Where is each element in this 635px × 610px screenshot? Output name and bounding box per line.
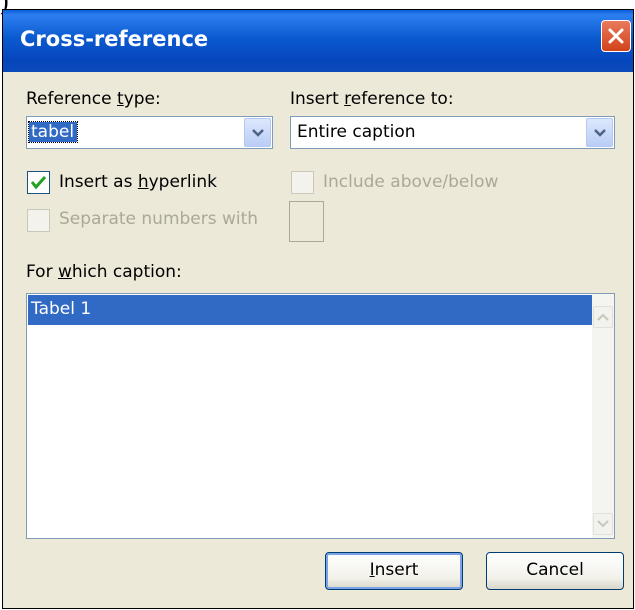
reference-type-label: Reference type: [26, 89, 161, 109]
separate-numbers-label[interactable]: Separate numbers with [59, 209, 258, 229]
list-item[interactable]: Tabel 1 [28, 295, 592, 325]
scroll-up-button[interactable] [593, 306, 613, 328]
separate-numbers-checkbox[interactable] [27, 209, 50, 232]
scroll-down-button[interactable] [593, 513, 613, 535]
insert-reference-to-select[interactable]: Entire caption [290, 116, 615, 149]
chevron-up-icon [597, 313, 609, 321]
caption-listbox[interactable]: Tabel 1 [26, 293, 615, 539]
insert-as-hyperlink-checkbox[interactable] [27, 171, 50, 194]
insert-reference-to-dropdown-button[interactable] [586, 118, 613, 147]
vertical-scrollbar[interactable] [592, 294, 614, 538]
for-which-caption-label: For which caption: [26, 262, 182, 282]
dialog-title: Cross-reference [20, 27, 209, 51]
reference-type-select[interactable]: tabel [26, 116, 273, 149]
insert-button[interactable]: Insert [325, 552, 463, 590]
separate-numbers-input[interactable] [289, 201, 324, 242]
insert-reference-to-value: Entire caption [297, 122, 416, 142]
close-icon [608, 28, 624, 44]
chevron-down-icon [251, 128, 264, 137]
cross-reference-dialog: Cross-reference Reference type: tabel In… [2, 9, 634, 609]
reference-type-dropdown-button[interactable] [244, 118, 271, 147]
checkmark-icon [30, 175, 47, 190]
chevron-down-icon [597, 520, 609, 528]
cancel-button[interactable]: Cancel [486, 552, 624, 590]
close-button[interactable] [601, 20, 631, 52]
include-above-below-checkbox[interactable] [291, 171, 314, 194]
insert-reference-to-label: Insert reference to: [290, 89, 454, 109]
reference-type-value: tabel [27, 121, 79, 143]
chevron-down-icon [593, 128, 606, 137]
include-above-below-label[interactable]: Include above/below [323, 172, 498, 192]
insert-as-hyperlink-label[interactable]: Insert as hyperlink [59, 172, 217, 192]
title-bar[interactable]: Cross-reference [3, 10, 633, 72]
